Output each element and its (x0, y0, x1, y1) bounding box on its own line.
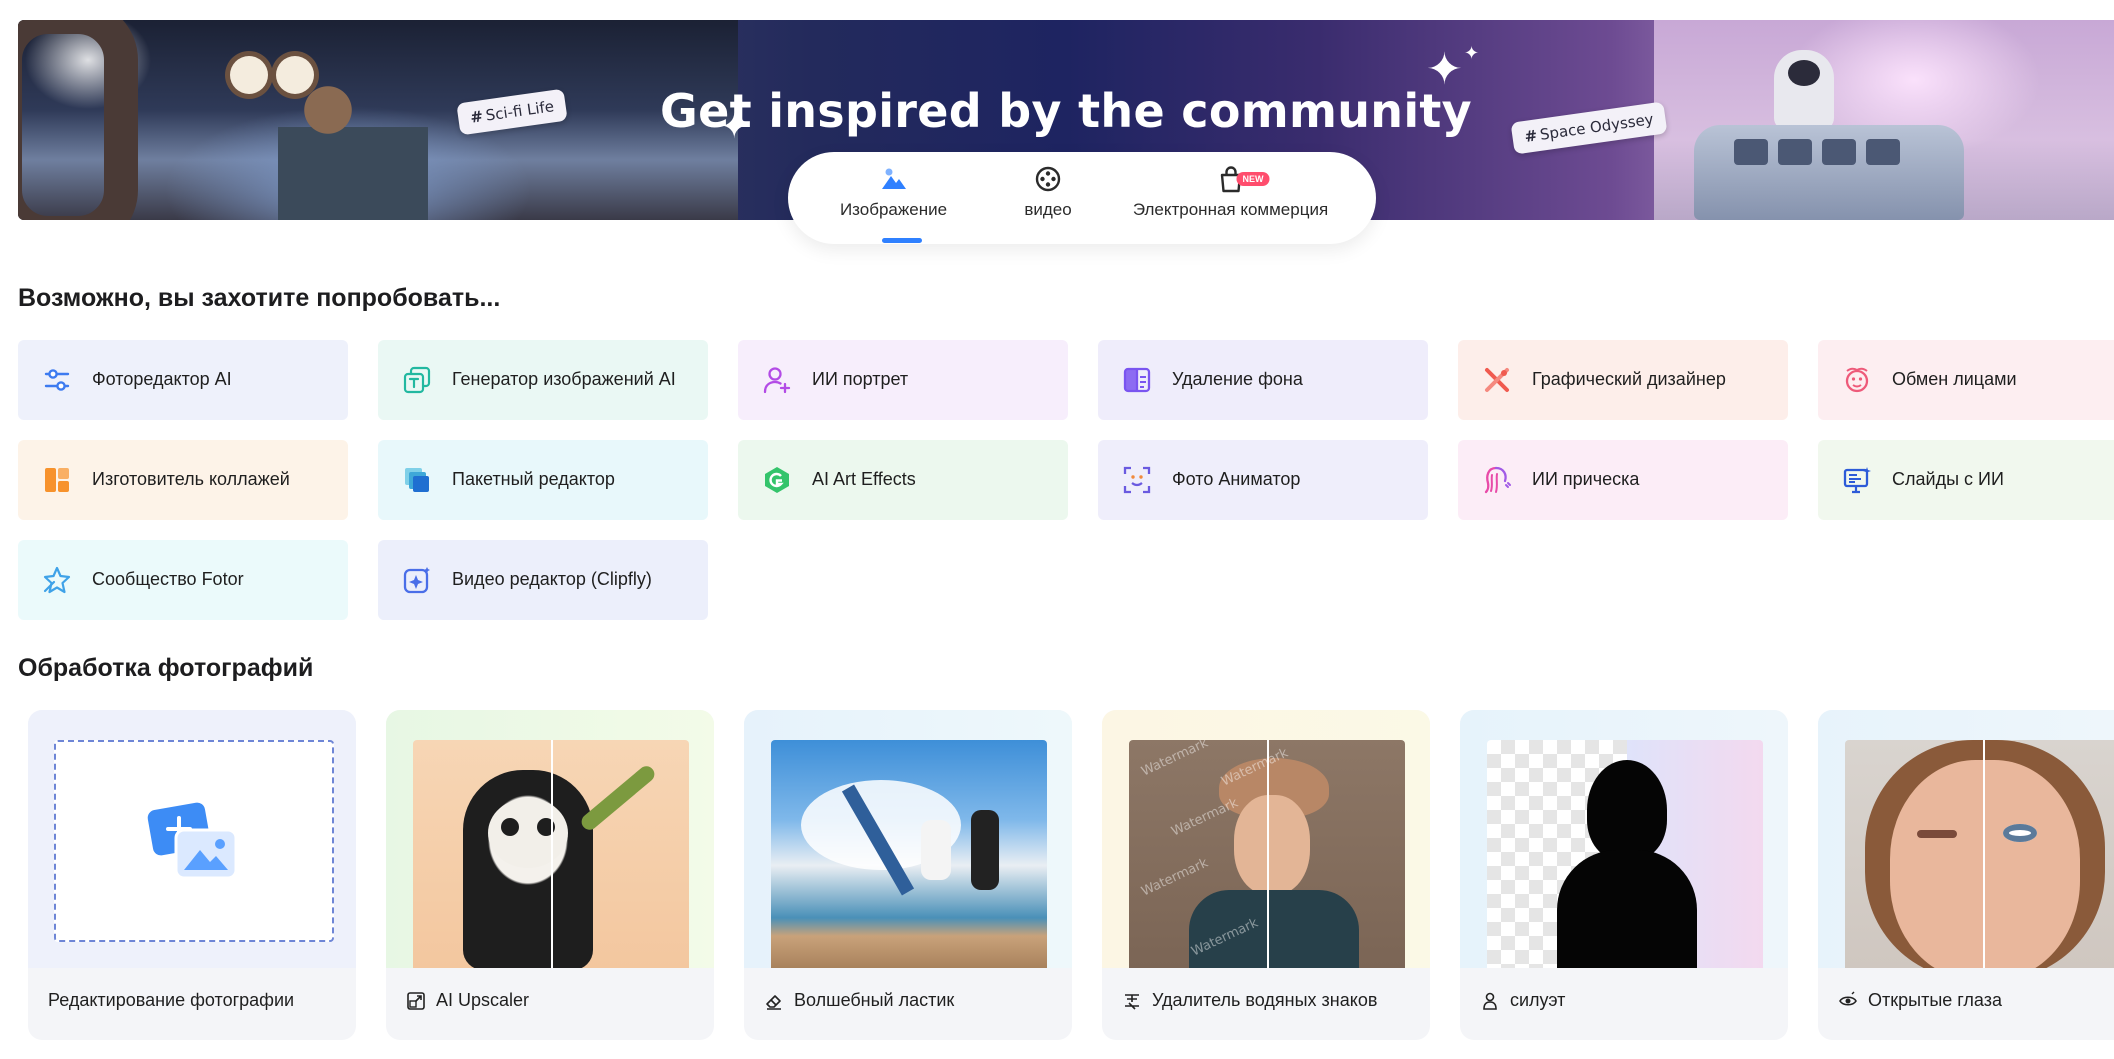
card-silhouette[interactable]: силуэт (1460, 710, 1788, 1040)
new-badge: NEW (1236, 172, 1270, 186)
sliders-icon (44, 369, 70, 391)
tool-label: Видео редактор (Clipfly) (452, 569, 652, 590)
card-caption: Открытые глаза (1838, 990, 2002, 1011)
eraser-icon (766, 994, 781, 1010)
tool-background-remover[interactable]: Удаление фона (1098, 340, 1428, 420)
caption-label: силуэт (1510, 990, 1566, 1010)
caption-label: AI Upscaler (436, 990, 530, 1010)
card-caption: Волшебный ластик (764, 990, 954, 1011)
card-caption: AI Upscaler (406, 990, 529, 1011)
caption-label: Волшебный ластик (794, 990, 955, 1010)
section-title-photo-editing: Обработка фотографий (18, 654, 314, 682)
tool-label: Слайды с ИИ (1892, 469, 2004, 490)
tool-label: Фото Аниматор (1172, 469, 1301, 490)
section-title-suggestions: Возможно, вы захотите попробовать... (18, 284, 501, 312)
design-tools-icon (1485, 368, 1509, 392)
silhouette-preview-image (1487, 740, 1763, 968)
tool-label: Пакетный редактор (452, 469, 615, 490)
card-magic-eraser[interactable]: Волшебный ластик (744, 710, 1072, 1040)
tool-video-editor-clipfly[interactable]: Видео редактор (Clipfly) (378, 540, 708, 620)
community-star-icon (43, 566, 71, 594)
card-photo-editing[interactable]: Редактирование фотографии (28, 710, 356, 1040)
tab-video[interactable]: видео (1013, 164, 1083, 220)
jumping-people-preview-image (771, 740, 1047, 968)
tool-label: Графический дизайнер (1532, 369, 1726, 390)
slides-icon (1843, 467, 1871, 494)
background-remove-icon (1123, 367, 1151, 393)
tab-label: Изображение (839, 200, 948, 219)
tool-label: ИИ прическа (1532, 469, 1640, 490)
tool-label: Фоторедактор AI (92, 369, 232, 390)
van-figure (1694, 125, 1964, 220)
tab-label: Электронная коммерция (1132, 200, 1329, 219)
hairstyle-icon (1484, 466, 1511, 494)
text-to-image-icon (403, 366, 431, 394)
banner-title: Get inspired by the community (660, 84, 1472, 138)
tool-label: Сообщество Fotor (92, 569, 244, 590)
card-caption: Редактирование фотографии (48, 990, 294, 1011)
card-ai-upscaler[interactable]: AI Upscaler (386, 710, 714, 1040)
active-tab-indicator (882, 238, 922, 243)
face-swap-icon (1845, 367, 1869, 393)
panda-preview-image (413, 740, 689, 968)
tool-ai-slides[interactable]: Слайды с ИИ (1818, 440, 2114, 520)
tool-graphic-designer[interactable]: Графический дизайнер (1458, 340, 1788, 420)
tool-label: Обмен лицами (1892, 369, 2017, 390)
upload-dropzone[interactable] (54, 740, 334, 942)
category-tabs: Изображение видео NEW Электронная коммер… (788, 152, 1376, 244)
art-effects-icon (765, 467, 789, 493)
tool-label: Изготовитель коллажей (92, 469, 290, 490)
film-reel-icon (1035, 166, 1061, 192)
tool-label: Генератор изображений AI (452, 369, 676, 390)
tool-ai-art-effects[interactable]: AI Art Effects (738, 440, 1068, 520)
card-open-eyes[interactable]: Открытые глаза (1818, 710, 2114, 1040)
tab-label: видео (1024, 200, 1072, 219)
woman-hat-preview-image: Watermark Watermark Watermark Watermark … (1129, 740, 1405, 968)
tab-image[interactable]: Изображение (836, 164, 951, 220)
tool-ai-photo-editor[interactable]: Фоторедактор AI (18, 340, 348, 420)
silhouette-icon (1483, 992, 1497, 1010)
tool-label: Удаление фона (1172, 369, 1303, 390)
tool-photo-animator[interactable]: Фото Аниматор (1098, 440, 1428, 520)
face-animate-icon (1123, 466, 1151, 494)
upscale-icon (407, 991, 425, 1010)
open-eye-icon (1839, 991, 1857, 1006)
sparkle-icon: ✦ (1464, 43, 1480, 63)
caption-label: Удалитель водяных знаков (1152, 990, 1378, 1010)
tool-ai-image-generator[interactable]: Генератор изображений AI (378, 340, 708, 420)
watermark-remove-icon (1125, 993, 1139, 1010)
tool-ai-hairstyle[interactable]: ИИ прическа (1458, 440, 1788, 520)
batch-layers-icon (405, 468, 429, 492)
tab-ecommerce[interactable]: NEW Электронная коммерция (1123, 164, 1338, 220)
tool-label: ИИ портрет (812, 369, 909, 390)
caption-label: Открытые глаза (1868, 990, 2003, 1010)
sparkle-icon: ✦ (720, 108, 749, 146)
upload-image-icon (147, 802, 238, 880)
caption-label: Редактирование фотографии (48, 990, 295, 1010)
tool-label: AI Art Effects (812, 469, 916, 490)
collage-icon (45, 468, 69, 492)
sparkle-icon: ✦ (1426, 45, 1463, 94)
portrait-plus-icon (763, 367, 791, 394)
image-mountain-icon (881, 168, 906, 189)
card-caption: Удалитель водяных знаков (1122, 990, 1377, 1011)
tool-ai-portrait[interactable]: ИИ портрет (738, 340, 1068, 420)
card-caption: силуэт (1480, 990, 1565, 1011)
video-editor-icon (403, 567, 430, 594)
tool-face-swap[interactable]: Обмен лицами (1818, 340, 2114, 420)
card-watermark-remover[interactable]: Watermark Watermark Watermark Watermark … (1102, 710, 1430, 1040)
tool-batch-editor[interactable]: Пакетный редактор (378, 440, 708, 520)
tool-collage-maker[interactable]: Изготовитель коллажей (18, 440, 348, 520)
woman-face-preview-image (1845, 740, 2114, 968)
tool-fotor-community[interactable]: Сообщество Fotor (18, 540, 348, 620)
